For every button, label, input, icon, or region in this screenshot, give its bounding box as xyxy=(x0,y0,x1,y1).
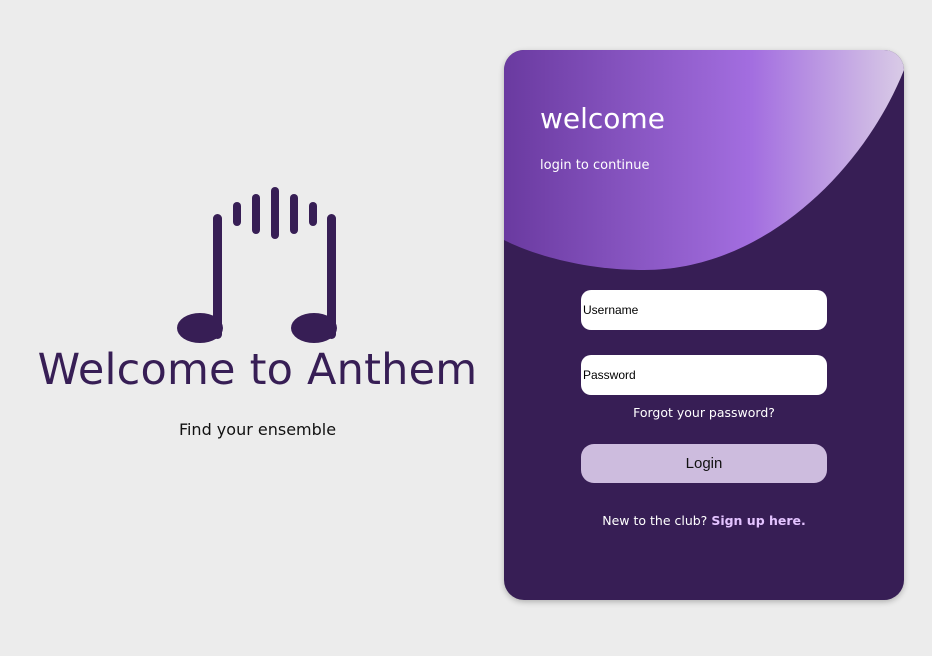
brand-tagline: Find your ensemble xyxy=(178,420,337,439)
login-button[interactable]: Login xyxy=(581,444,827,483)
brand-title: Welcome to Anthem xyxy=(37,345,478,395)
login-card: welcome login to continue Forgot your pa… xyxy=(504,50,904,600)
signup-line: New to the club? Sign up here. xyxy=(504,513,904,528)
password-input[interactable] xyxy=(581,355,827,395)
welcome-subheading: login to continue xyxy=(540,158,650,173)
signup-prompt: New to the club? xyxy=(602,513,708,528)
brand-panel: Welcome to Anthem Find your ensemble xyxy=(0,0,515,656)
signup-link[interactable]: Sign up here. xyxy=(711,513,805,528)
welcome-heading: welcome xyxy=(540,102,665,135)
music-notes-with-waveform-icon xyxy=(177,187,337,343)
login-page: Welcome to Anthem Find your ensemble wel… xyxy=(0,0,932,656)
username-input[interactable] xyxy=(581,290,827,330)
forgot-password-link[interactable]: Forgot your password? xyxy=(504,405,904,420)
